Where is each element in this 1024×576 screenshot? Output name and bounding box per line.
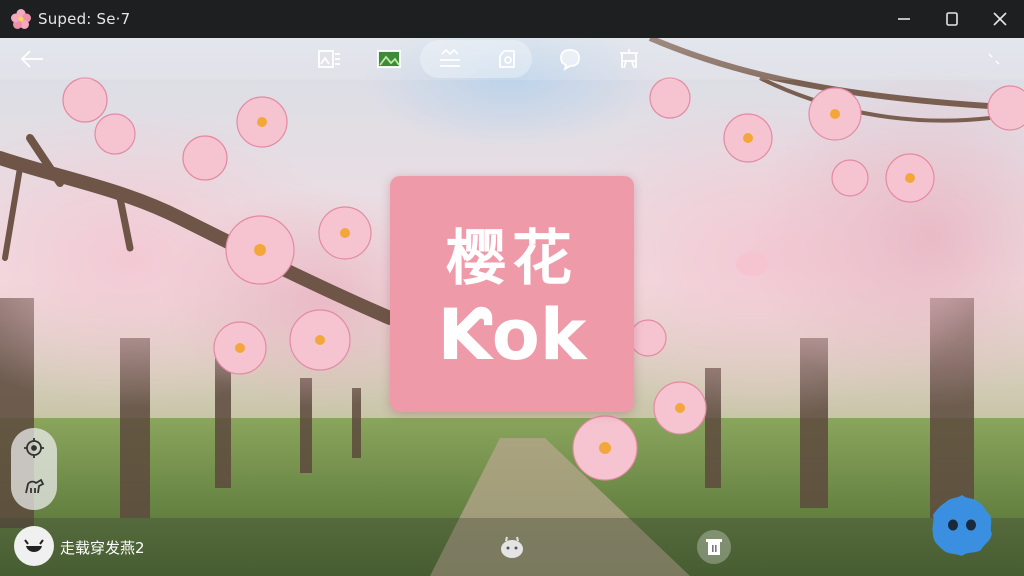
minimize-button[interactable]: [880, 0, 928, 38]
face-icon: [24, 539, 44, 552]
sakura-sign: 樱花 Ƙok: [390, 176, 634, 412]
target-icon: [24, 438, 44, 458]
chat-icon: [560, 49, 580, 71]
assistant-button[interactable]: [928, 492, 996, 560]
pet-button[interactable]: [18, 470, 50, 502]
window-title: Suped: Se·7: [38, 10, 131, 28]
avatar[interactable]: [14, 526, 54, 566]
delete-button[interactable]: [697, 530, 731, 564]
sticker-button[interactable]: [495, 530, 529, 564]
sign-chinese-text: 樱花: [446, 224, 578, 294]
expand-icon: [988, 53, 1000, 65]
landscape-icon: [377, 50, 401, 68]
maximize-button[interactable]: [928, 0, 976, 38]
animal-icon: [25, 478, 45, 494]
close-icon: [993, 12, 1007, 26]
title-bar: Suped: Se·7: [0, 0, 1024, 38]
app-flower-icon: [11, 9, 31, 29]
crop-button[interactable]: [611, 42, 647, 76]
locate-button[interactable]: [18, 432, 50, 464]
rotate-icon: [499, 50, 515, 68]
filter-button[interactable]: [432, 42, 468, 76]
trash-icon: [706, 539, 722, 555]
chat-button[interactable]: [552, 42, 588, 76]
minimize-icon: [898, 18, 910, 20]
close-button[interactable]: [976, 0, 1024, 38]
back-arrow-icon: [20, 50, 43, 68]
viewer-toolbar: [0, 38, 1024, 80]
maximize-icon: [946, 12, 958, 26]
side-tool-panel: [11, 428, 57, 510]
status-text: 走载穿发燕2: [60, 539, 145, 557]
crop-icon: [620, 49, 638, 69]
bottom-bar: 走载穿发燕2: [0, 518, 1024, 576]
sign-latin-text: Ƙok: [437, 294, 587, 376]
filter-icon: [440, 48, 460, 67]
bubble-creature-icon: [501, 536, 523, 558]
assistant-blob-icon: [932, 495, 992, 556]
landscape-button[interactable]: [371, 42, 407, 76]
image-edit-icon: [318, 50, 340, 68]
back-button[interactable]: [14, 42, 50, 76]
rotate-button[interactable]: [490, 42, 526, 76]
image-edit-button[interactable]: [311, 42, 347, 76]
expand-button[interactable]: [976, 42, 1012, 76]
